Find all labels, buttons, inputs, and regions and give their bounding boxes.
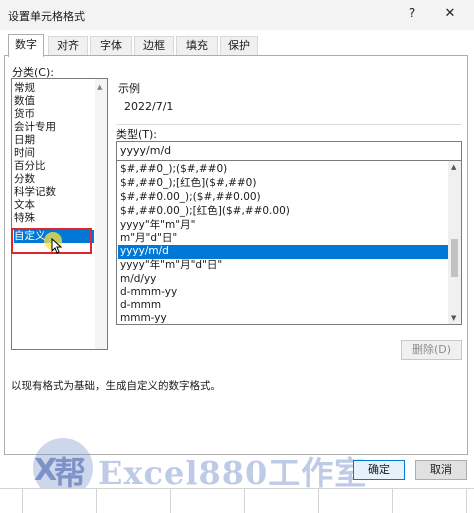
grid-line	[170, 489, 171, 513]
tab-border[interactable]: 边框	[134, 36, 174, 55]
format-item[interactable]: $#,##0.00_);[红色]($#,##0.00)	[118, 205, 448, 218]
category-item[interactable]: 分数	[14, 173, 35, 186]
format-item[interactable]: m/d/yy	[118, 273, 448, 286]
grid-line	[318, 489, 319, 513]
format-item[interactable]: d-mmm	[118, 299, 448, 312]
delete-button[interactable]: 删除(D)	[401, 340, 462, 360]
type-input[interactable]: yyyy/m/d	[116, 141, 462, 161]
category-list[interactable]: 常规 数值 货币 会计专用 日期 时间 百分比 分数 科学记数 文本 特殊 自定…	[11, 78, 108, 350]
grid-line	[22, 489, 23, 513]
category-item[interactable]: 百分比	[14, 160, 46, 173]
format-item[interactable]: $#,##0_);($#,##0)	[118, 163, 448, 176]
category-item[interactable]: 货币	[14, 108, 35, 121]
format-item[interactable]: yyyy"年"m"月"d"日"	[118, 259, 448, 272]
grid-line	[466, 489, 467, 513]
scroll-up-icon[interactable]: ▲	[97, 83, 102, 91]
watermark-logo-glyph: 帮	[54, 454, 86, 492]
tab-alignment[interactable]: 对齐	[48, 36, 88, 55]
sample-divider	[116, 124, 462, 125]
format-item-selected[interactable]: yyyy/m/d	[118, 245, 448, 259]
tab-font[interactable]: 字体	[90, 36, 132, 55]
title-bar: 设置单元格格式 ? ✕	[0, 0, 474, 30]
category-item[interactable]: 日期	[14, 134, 35, 147]
spreadsheet-grid-background	[0, 488, 474, 513]
sample-value: 2022/7/1	[124, 100, 174, 113]
mouse-cursor-icon	[51, 238, 63, 254]
type-label: 类型(T):	[116, 128, 158, 141]
window-title: 设置单元格格式	[8, 10, 85, 23]
tab-number[interactable]: 数字	[8, 34, 44, 57]
scrollbar-thumb[interactable]	[451, 239, 458, 277]
sample-label: 示例	[118, 82, 140, 95]
description-text: 以现有格式为基础，生成自定义的数字格式。	[11, 380, 221, 392]
format-list[interactable]: $#,##0_);($#,##0) $#,##0_);[红色]($#,##0) …	[116, 161, 462, 325]
grid-line	[392, 489, 393, 513]
format-scrollbar[interactable]: ▲ ▼	[448, 161, 461, 324]
format-item[interactable]: m"月"d"日"	[118, 232, 448, 245]
category-scrollbar[interactable]: ▲	[95, 79, 107, 349]
format-item[interactable]: $#,##0.00_);($#,##0.00)	[118, 191, 448, 204]
category-item[interactable]: 常规	[14, 82, 35, 95]
category-item[interactable]: 时间	[14, 147, 35, 160]
category-item[interactable]: 会计专用	[14, 121, 56, 134]
tab-strip: 数字 对齐 字体 边框 填充 保护	[0, 34, 474, 57]
format-item[interactable]: $#,##0_);[红色]($#,##0)	[118, 177, 448, 190]
ok-button[interactable]: 确定	[353, 460, 405, 480]
close-button[interactable]: ✕	[440, 6, 460, 24]
scroll-down-icon[interactable]: ▼	[451, 314, 456, 322]
scroll-up-icon[interactable]: ▲	[451, 163, 456, 171]
tab-fill[interactable]: 填充	[176, 36, 218, 55]
grid-line	[244, 489, 245, 513]
help-button[interactable]: ?	[404, 6, 420, 24]
category-item[interactable]: 特殊	[14, 212, 35, 225]
format-item[interactable]: mmm-yy	[118, 312, 448, 324]
format-item[interactable]: d-mmm-yy	[118, 286, 448, 299]
tab-protection[interactable]: 保护	[220, 36, 258, 55]
format-item[interactable]: yyyy"年"m"月"	[118, 219, 448, 232]
category-item[interactable]: 数值	[14, 95, 35, 108]
category-item[interactable]: 文本	[14, 199, 35, 212]
cancel-button[interactable]: 取消	[415, 460, 467, 480]
category-item[interactable]: 科学记数	[14, 186, 56, 199]
grid-line	[96, 489, 97, 513]
